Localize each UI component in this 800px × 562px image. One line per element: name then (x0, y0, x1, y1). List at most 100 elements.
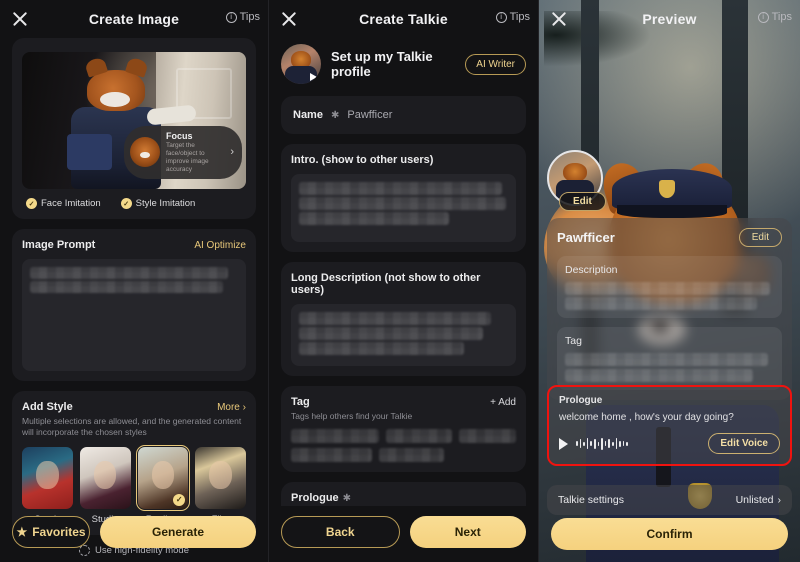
edit-button[interactable]: Edit (738, 228, 782, 247)
favorites-label: Favorites (32, 525, 86, 539)
add-style-description: Multiple selections are allowed, and the… (22, 416, 242, 438)
edit-voice-button[interactable]: Edit Voice (708, 433, 780, 454)
generate-label: Generate (151, 525, 205, 539)
redacted-text (299, 212, 450, 225)
talkie-settings-value-group: Unlisted › (736, 494, 781, 506)
long-description-label: Long Description (not show to other user… (291, 272, 481, 296)
sheet-header: Pawfficer Edit (557, 228, 782, 247)
info-circle-icon: i (757, 11, 769, 23)
tips-label: Tips (771, 11, 792, 23)
toggle-face-imitation-label: Face Imitation (41, 198, 101, 209)
required-asterisk: ✱ (342, 492, 352, 504)
image-prompt-input[interactable] (22, 259, 246, 371)
page-title: Create Image (88, 11, 180, 27)
close-icon[interactable] (549, 9, 569, 29)
audio-row: Edit Voice (559, 433, 780, 454)
back-button[interactable]: Back (281, 516, 400, 548)
tag-chip-row (291, 448, 516, 463)
left-header: Create Image i Tips (0, 0, 268, 38)
image-prompt-label: Image Prompt (22, 239, 96, 251)
next-button[interactable]: Next (409, 516, 526, 548)
intro-input[interactable] (291, 174, 516, 242)
name-field-card[interactable]: Name ✱ Pawfficer (281, 96, 526, 134)
imitation-toggles: ✓ Face Imitation ✓ Style Imitation (22, 198, 246, 209)
info-circle-icon: i (225, 11, 237, 23)
prologue-label: Prologue (291, 492, 339, 505)
chevron-right-icon: › (230, 146, 234, 159)
next-label: Next (454, 525, 481, 539)
tips-button[interactable]: i Tips (495, 11, 530, 23)
redacted-tag (379, 448, 445, 463)
generate-button[interactable]: Generate (100, 516, 256, 548)
play-icon[interactable] (559, 437, 568, 450)
description-label: Description (565, 264, 618, 276)
info-circle-icon: i (495, 11, 507, 23)
mid-header: Create Talkie i Tips (269, 0, 538, 38)
tips-button[interactable]: i Tips (225, 11, 260, 23)
profile-title: Set up my Talkie profile (331, 49, 433, 79)
tips-button[interactable]: i Tips (757, 11, 792, 23)
prologue-text: welcome home , how's your day going? (559, 412, 734, 423)
reference-image-wrap: Focus Target the face/object to improve … (22, 52, 246, 189)
profile-header-row: Set up my Talkie profile AI Writer (269, 38, 538, 96)
long-description-card: Long Description (not show to other user… (281, 262, 526, 376)
name-input[interactable]: Pawfficer (347, 109, 392, 121)
left-action-bar: ★ Favorites Generate (0, 506, 268, 562)
confirm-button[interactable]: Confirm (551, 518, 788, 550)
add-tag-button[interactable]: + Add (490, 397, 516, 408)
talkie-settings-label: Talkie settings (558, 494, 624, 506)
add-tag-label: Add (498, 396, 516, 408)
toggle-style-imitation[interactable]: ✓ Style Imitation (120, 198, 196, 209)
style-thumbnail (22, 446, 73, 509)
page-title: Create Talkie (359, 11, 448, 27)
prologue-label: Prologue (559, 395, 603, 406)
focus-title: Focus (166, 130, 193, 141)
back-label: Back (325, 525, 355, 539)
ai-optimize-button[interactable]: AI Optimize (194, 240, 246, 251)
add-style-label: Add Style (22, 401, 73, 413)
redacted-tag (565, 353, 768, 366)
close-icon[interactable] (279, 9, 299, 29)
tips-label: Tips (509, 11, 530, 23)
selected-check-icon: ✓ (173, 493, 186, 506)
waveform-icon (576, 437, 628, 451)
redacted-text (565, 297, 758, 310)
plus-icon: + (490, 396, 496, 408)
redacted-text (30, 267, 228, 279)
mid-action-bar: Back Next (269, 506, 538, 562)
close-icon[interactable] (10, 9, 30, 29)
reference-image-card: Focus Target the face/object to improve … (12, 38, 256, 219)
chevron-right-icon: › (777, 494, 782, 506)
avatar[interactable] (281, 44, 321, 84)
tag-chip-row (291, 429, 516, 444)
intro-field-card: Intro. (show to other users) (281, 144, 526, 252)
focus-subtitle: Target the face/object to improve image … (166, 141, 209, 173)
check-icon: ✓ (26, 198, 37, 209)
tag-label: Tag (565, 335, 582, 347)
focus-chip[interactable]: Focus Target the face/object to improve … (124, 125, 242, 179)
toggle-style-imitation-label: Style Imitation (135, 198, 196, 209)
redacted-text (30, 281, 224, 293)
star-icon: ★ (16, 525, 28, 539)
redacted-text (299, 342, 465, 355)
focus-text: Focus Target the face/object to improve … (166, 131, 224, 175)
talkie-name: Pawfficer (557, 230, 615, 245)
photo-muzzle (100, 91, 130, 107)
ai-writer-button[interactable]: AI Writer (465, 53, 526, 75)
more-styles-button[interactable]: More › (217, 402, 246, 413)
tag-card: Tag + Add Tags help others find your Tal… (281, 386, 526, 473)
style-thumbnail (195, 446, 246, 509)
long-description-input[interactable] (291, 304, 516, 366)
talkie-detail-sheet: Pawfficer Edit Description Tag (547, 218, 792, 400)
tips-label: Tips (239, 11, 260, 23)
style-thumbnail (79, 446, 131, 509)
description-block[interactable]: Description (557, 256, 782, 318)
required-asterisk: ✱ (330, 109, 340, 121)
talkie-settings-row[interactable]: Talkie settings Unlisted › (547, 485, 792, 515)
toggle-face-imitation[interactable]: ✓ Face Imitation (26, 198, 101, 209)
focus-thumbnail (130, 137, 160, 168)
favorites-button[interactable]: ★ Favorites (12, 516, 90, 548)
tag-block[interactable]: Tag (557, 327, 782, 390)
edit-avatar-button[interactable]: Edit (559, 192, 606, 211)
confirm-button-wrap: Confirm (551, 518, 788, 550)
